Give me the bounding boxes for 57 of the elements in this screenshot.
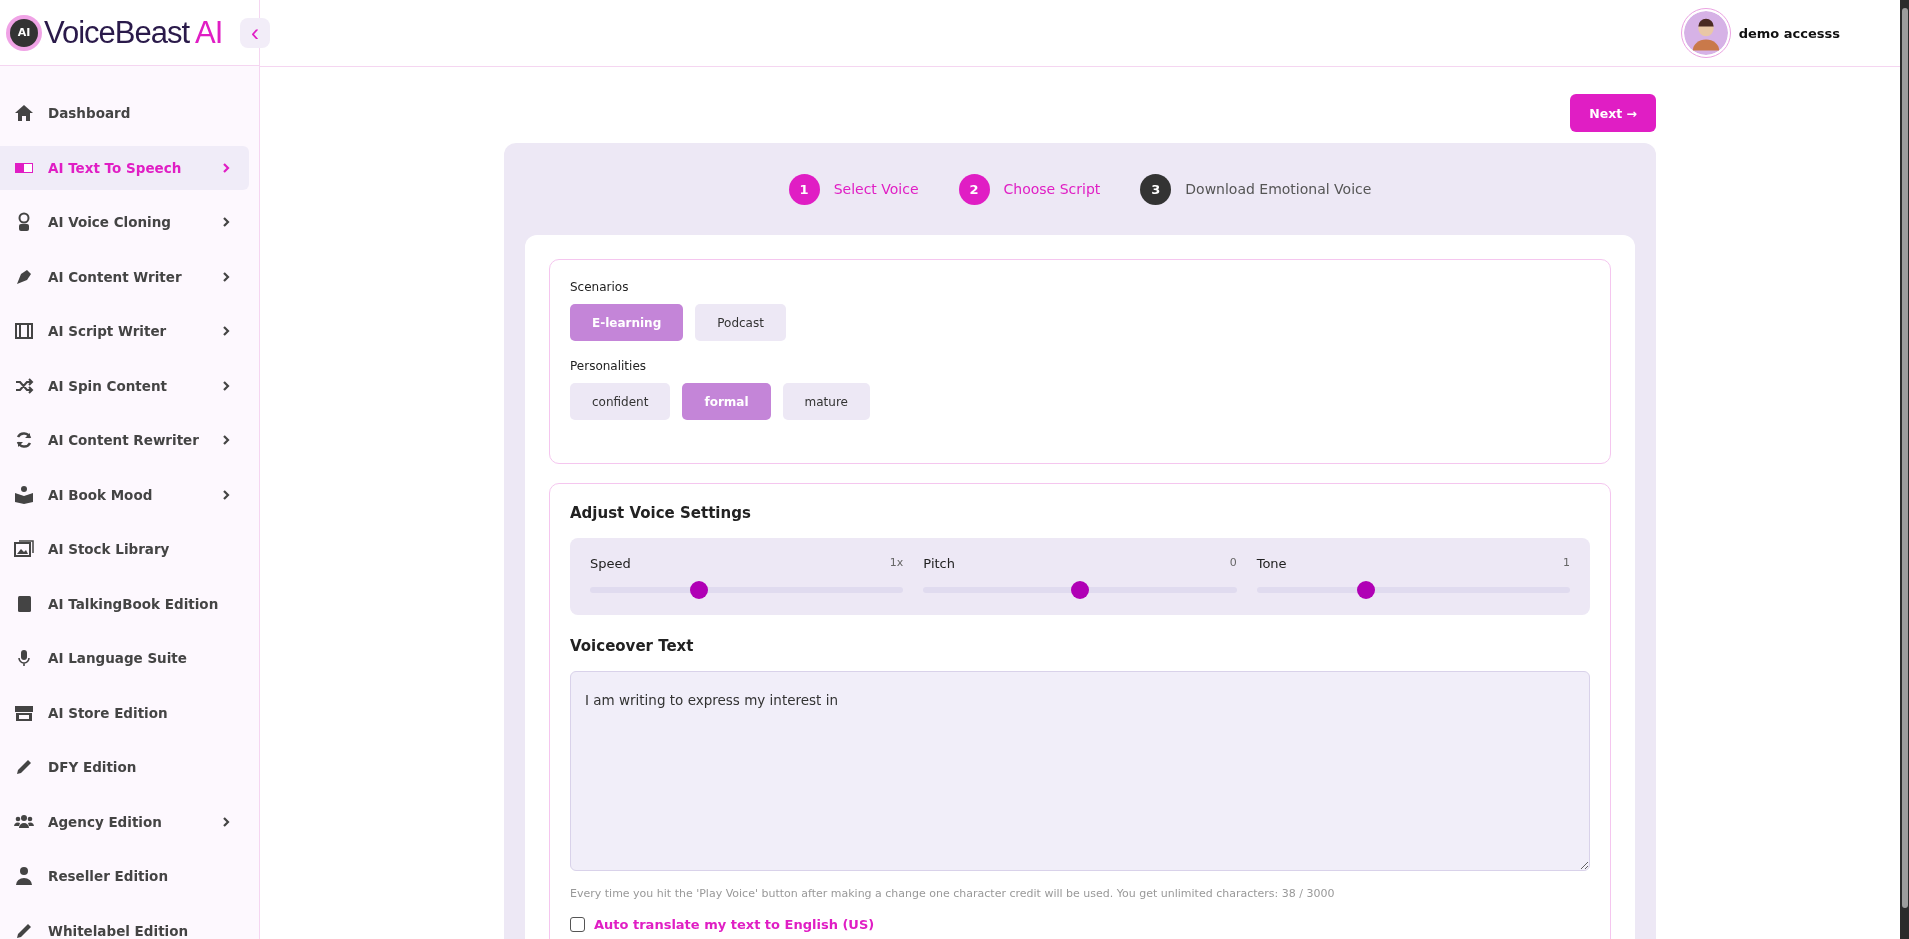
option-chip[interactable]: mature (782, 383, 870, 420)
slider-thumb[interactable] (1071, 581, 1089, 599)
sidebar-item[interactable]: AI Spin Content (0, 363, 249, 408)
logo-badge: AI (10, 18, 38, 47)
user-tie-icon (14, 866, 34, 886)
slider-thumb[interactable] (1357, 581, 1376, 599)
sidebar-item[interactable]: AI Content Rewriter (0, 418, 249, 462)
step-label[interactable]: Download Emotional Voice (1185, 181, 1372, 197)
step-number: 3 (1140, 173, 1172, 205)
sidebar-item[interactable]: Reseller Edition (0, 854, 249, 898)
voiceover-text-field[interactable]: I am writing to express my interest in (570, 671, 1590, 871)
sidebar-item[interactable]: AI Stock Library (0, 527, 249, 571)
slider-label: Speed (590, 556, 631, 571)
pencil-icon (14, 757, 34, 777)
section-title: Voiceover Text (570, 637, 695, 655)
refresh-icon (14, 430, 34, 450)
option-chip[interactable]: confident (570, 383, 671, 420)
app-logo: VoiceBeast AI (44, 14, 223, 51)
checkbox[interactable] (570, 917, 585, 932)
step-number: 1 (788, 173, 820, 205)
group-label: Scenarios (570, 280, 630, 294)
book-reader-icon (14, 484, 34, 505)
checkbox-label[interactable]: Auto translate my text to English (US) (594, 917, 875, 932)
sidebar-item[interactable]: Whitelabel Edition (0, 908, 249, 939)
slider-track[interactable] (923, 581, 1237, 599)
collapse-sidebar-button[interactable]: ‹ (240, 17, 270, 48)
sidebar-item[interactable]: DFY Edition (0, 745, 249, 789)
option-chip[interactable]: Podcast (695, 304, 786, 341)
shuffle-icon (14, 375, 34, 396)
sidebar-item[interactable]: AI Voice Cloning (0, 200, 249, 244)
sidebar-item[interactable]: Dashboard (0, 91, 249, 135)
slider-thumb[interactable] (690, 581, 709, 599)
sidebar-item[interactable]: AI Store Edition (0, 690, 249, 735)
slider-value: 1 (1563, 556, 1570, 571)
slider-value: 0 (1229, 556, 1237, 571)
user-name[interactable]: demo accesss (1738, 25, 1840, 41)
sidebar-item[interactable]: AI Content Writer (0, 254, 249, 299)
slider-track[interactable] (1256, 581, 1570, 599)
slider-value: 1x (889, 556, 904, 571)
next-button[interactable]: Next → (1570, 94, 1656, 132)
images-icon (14, 539, 34, 559)
sidebar-item[interactable]: Agency Edition (0, 799, 249, 844)
slider-track[interactable] (590, 581, 904, 599)
sidebar-item[interactable]: AI TalkingBook Edition (0, 581, 249, 626)
sidebar-item[interactable]: AI Script Writer (0, 309, 249, 353)
sidebar-item[interactable]: AI Book Mood (0, 472, 249, 517)
slider-label: Pitch (923, 556, 955, 571)
step-number: 2 (958, 173, 990, 205)
home-icon (14, 103, 34, 123)
sidebar-item[interactable]: AI Language Suite (0, 636, 249, 680)
film-icon (14, 321, 34, 341)
sidebar-item[interactable]: AI Text To Speech (0, 145, 249, 190)
section-title: Adjust Voice Settings (570, 504, 752, 522)
group-label: Personalities (570, 359, 648, 373)
hint-text: Every time you hit the 'Play Voice' button after making a change one character credit will be used. You get unlimited characters: 38 / 3000 (570, 887, 1336, 900)
scrollbar[interactable] (1900, 0, 1909, 939)
slider-label: Tone (1256, 556, 1287, 571)
